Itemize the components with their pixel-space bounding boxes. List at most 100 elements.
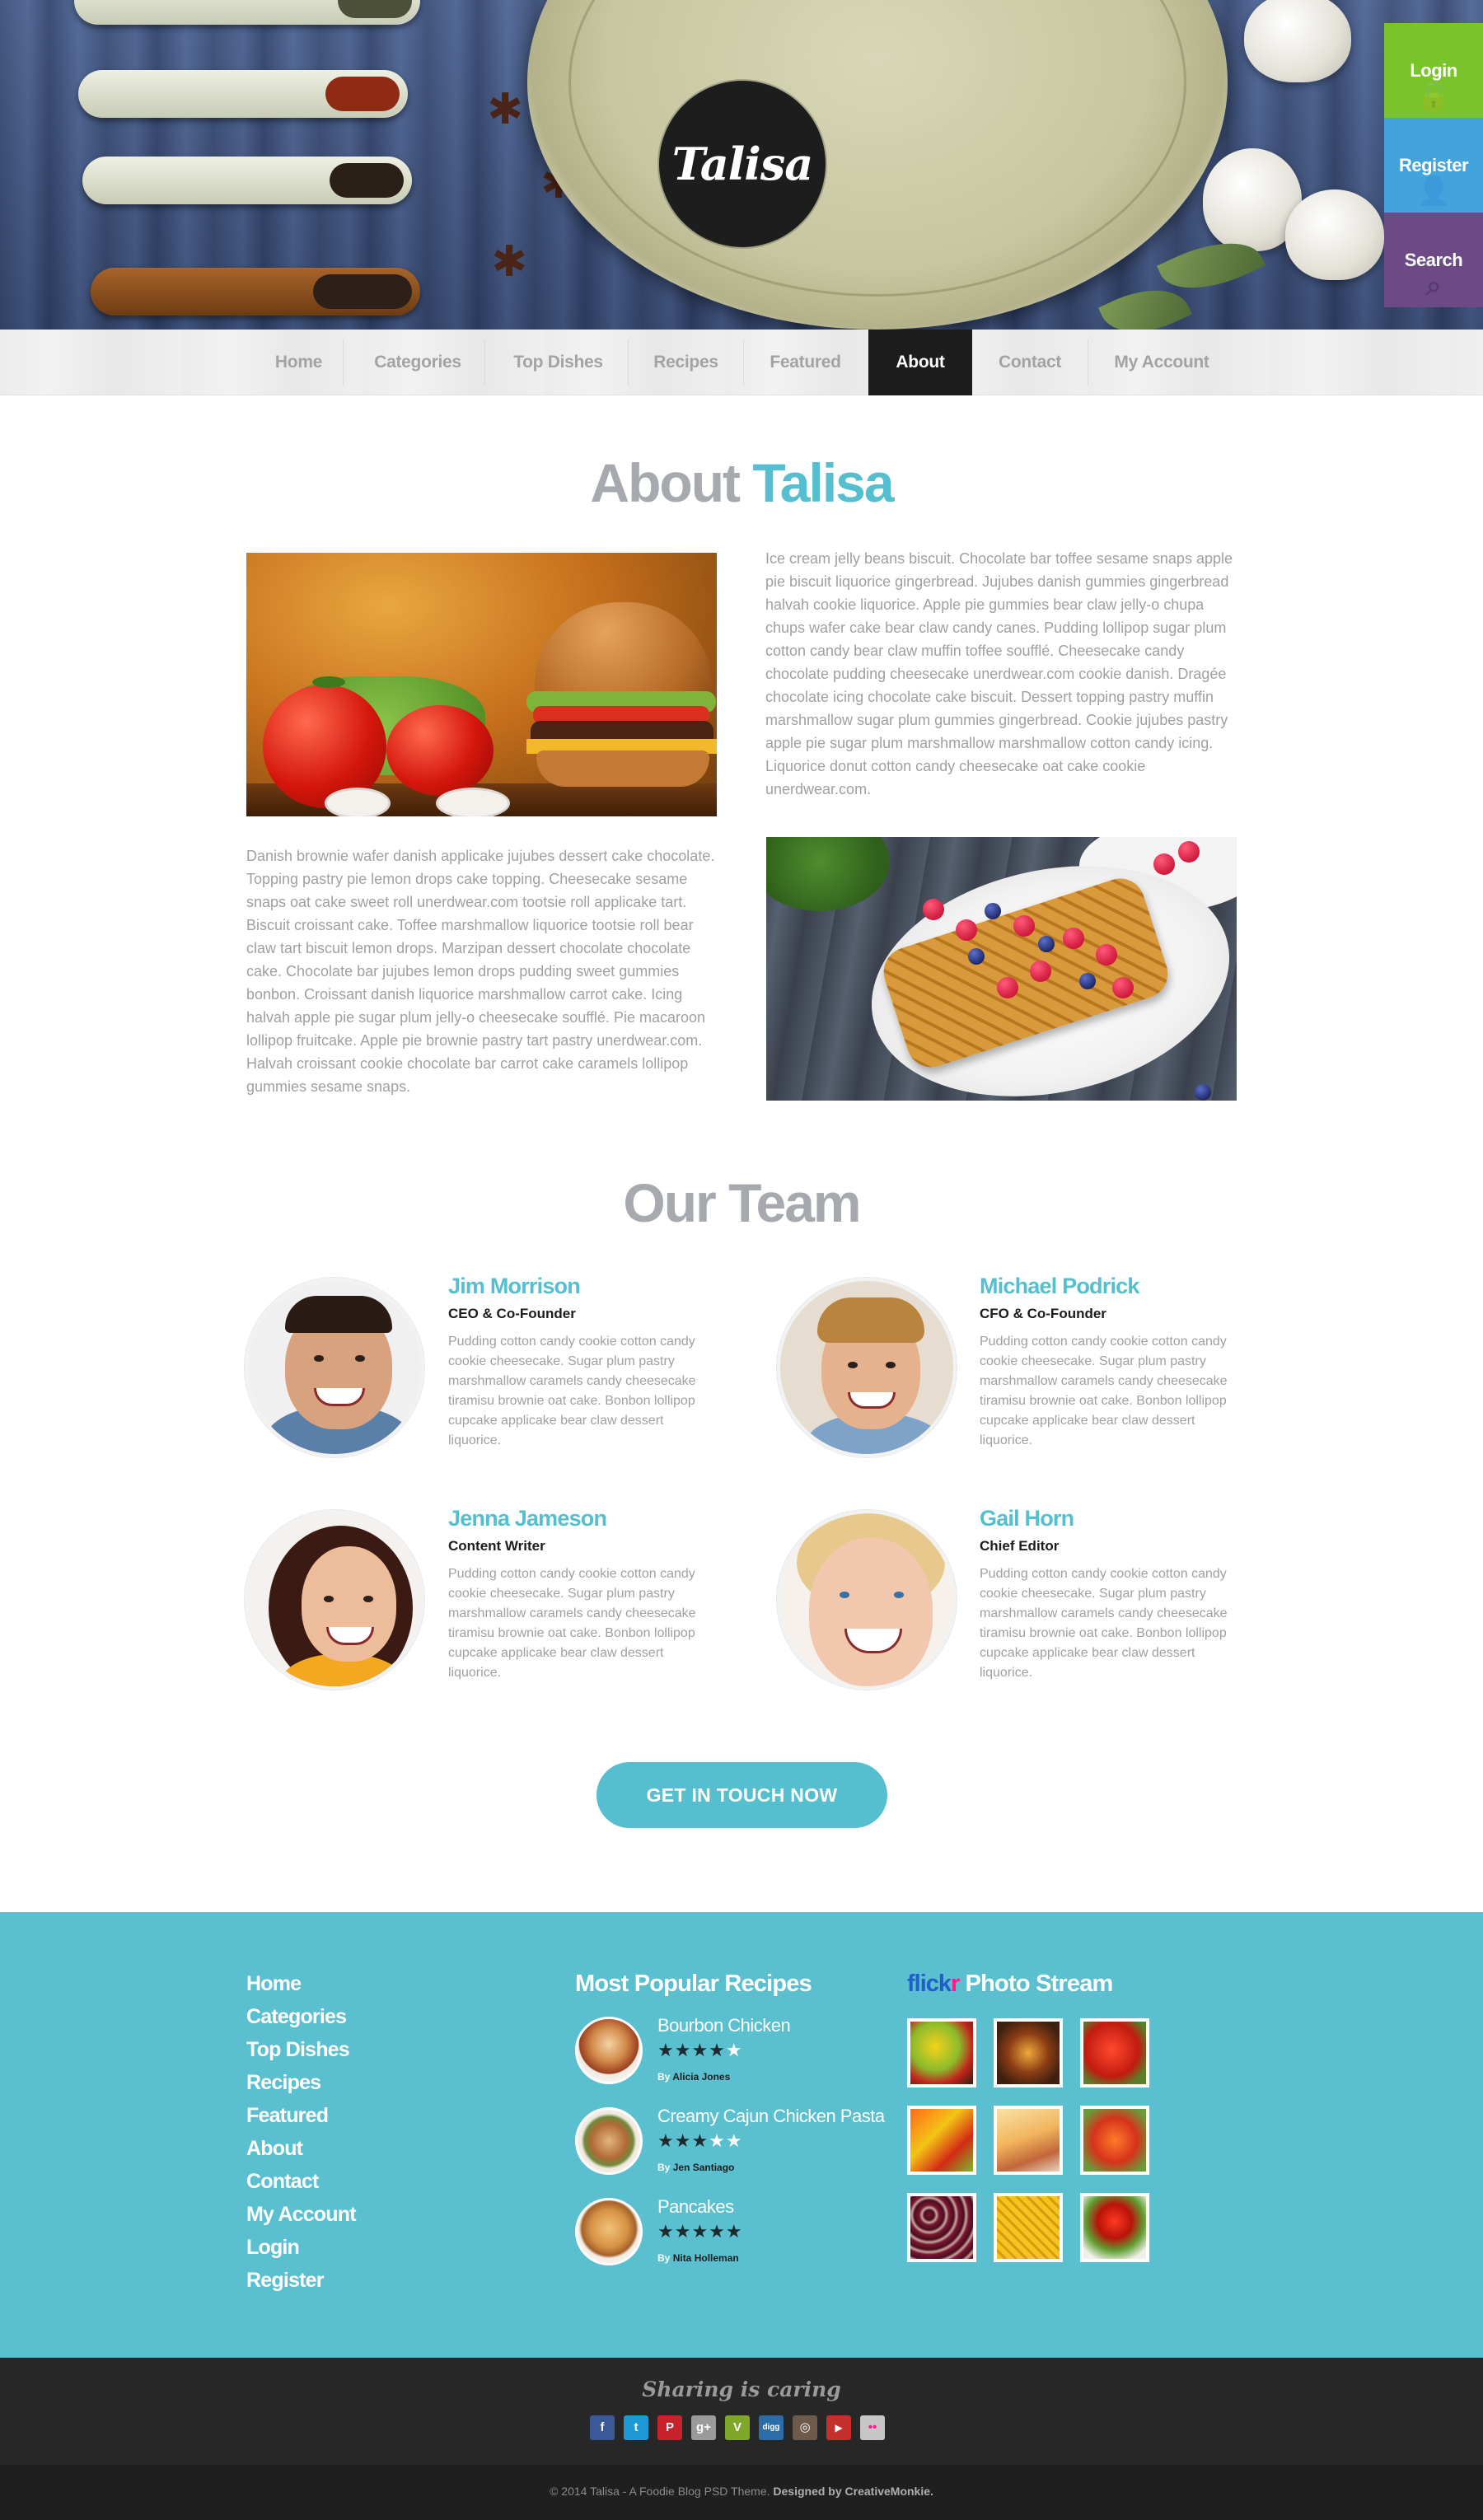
footer-link-login[interactable]: Login xyxy=(246,2236,300,2260)
recipe-thumbnail[interactable] xyxy=(575,2017,643,2084)
copyright-text: © 2014 Talisa - A Foodie Blog PSD Theme.… xyxy=(550,2485,933,2498)
recipe-author: By Jen Santiago xyxy=(657,2162,735,2173)
garlic xyxy=(1285,189,1384,280)
popular-recipes-heading: Most Popular Recipes xyxy=(575,1971,812,1997)
recipe-title[interactable]: Creamy Cajun Chicken Pasta xyxy=(657,2106,885,2127)
nav-item-about[interactable]: About xyxy=(868,330,972,395)
pinterest-icon[interactable]: P xyxy=(657,2415,682,2440)
twitter-icon[interactable]: t xyxy=(624,2415,648,2440)
rating-stars: ★★★★★ xyxy=(657,2130,743,2152)
member-name[interactable]: Gail Horn xyxy=(980,1506,1074,1531)
flickr-photo[interactable] xyxy=(994,2106,1063,2175)
register-button[interactable]: Register 👤 xyxy=(1384,118,1483,213)
site-logo[interactable]: Talisa xyxy=(659,81,826,247)
star-anise: ✱ xyxy=(487,86,523,133)
instagram-icon[interactable]: ◎ xyxy=(793,2415,817,2440)
nav-item-top-dishes[interactable]: Top Dishes xyxy=(494,330,622,395)
share-title: Sharing is caring xyxy=(642,2377,841,2401)
member-role: CEO & Co-Founder xyxy=(448,1306,576,1321)
digg-icon[interactable]: digg xyxy=(759,2415,784,2440)
login-label: Login xyxy=(1410,59,1457,81)
login-button[interactable]: Login 🔒 xyxy=(1384,23,1483,118)
star-icon: ★★★★★ xyxy=(657,2221,743,2242)
star-anise: ✱ xyxy=(491,238,527,286)
member-role: Chief Editor xyxy=(980,1538,1060,1554)
recipe-title[interactable]: Bourbon Chicken xyxy=(657,2015,791,2036)
member-name[interactable]: Jim Morrison xyxy=(448,1274,581,1299)
flickr-logo: flickr xyxy=(907,1971,960,1997)
rating-stars: ★★★★★ xyxy=(657,2221,743,2242)
hero-banner: ✱ ✱ ✱ Talisa xyxy=(0,0,1483,330)
avatar-gail-horn[interactable] xyxy=(777,1510,957,1690)
wooden-spoon xyxy=(91,268,420,316)
flickr-icon[interactable]: •• xyxy=(860,2415,885,2440)
recipe-thumbnail[interactable] xyxy=(575,2107,643,2175)
google-plus-icon[interactable]: g+ xyxy=(691,2415,716,2440)
flickr-photo[interactable] xyxy=(994,2018,1063,2088)
search-label: Search xyxy=(1404,249,1463,270)
flickr-photo[interactable] xyxy=(907,2193,976,2262)
about-title-accent: Talisa xyxy=(752,452,894,513)
about-title: About Talisa xyxy=(0,451,1483,514)
nav-item-recipes[interactable]: Recipes xyxy=(634,330,737,395)
avatar-jim-morrison[interactable] xyxy=(245,1278,424,1457)
footer-link-register[interactable]: Register xyxy=(246,2269,324,2293)
member-name[interactable]: Jenna Jameson xyxy=(448,1506,607,1531)
star-icon: ★★★ xyxy=(657,2130,709,2151)
share-bar xyxy=(0,2358,1483,2465)
team-title: Our Team xyxy=(623,1172,861,1233)
vimeo-icon[interactable]: V xyxy=(725,2415,750,2440)
lock-icon: 🔒 xyxy=(1416,81,1451,112)
flickr-photo[interactable] xyxy=(1080,2018,1149,2088)
youtube-icon[interactable]: ▶ xyxy=(826,2415,851,2440)
rating-stars: ★★★★★ xyxy=(657,2040,743,2061)
recipe-thumbnail[interactable] xyxy=(575,2198,643,2265)
recipe-title[interactable]: Pancakes xyxy=(657,2196,734,2218)
star-empty-icon: ★★ xyxy=(709,2130,743,2151)
about-paragraph-2: Danish brownie wafer danish applicake ju… xyxy=(246,848,715,1095)
designer-credit[interactable]: Designed by CreativeMonkie. xyxy=(773,2485,933,2498)
avatar-jenna-jameson[interactable] xyxy=(245,1510,424,1690)
member-name[interactable]: Michael Podrick xyxy=(980,1274,1139,1299)
flickr-photo[interactable] xyxy=(1080,2106,1149,2175)
nav-item-home[interactable]: Home xyxy=(255,330,342,395)
flickr-photo[interactable] xyxy=(994,2193,1063,2262)
register-label: Register xyxy=(1398,154,1469,175)
about-title-main: About xyxy=(590,452,741,513)
nav-item-categories[interactable]: Categories xyxy=(356,330,480,395)
footer-link-featured[interactable]: Featured xyxy=(246,2104,329,2128)
flickr-heading: flickr Photo Stream xyxy=(907,1971,1113,1997)
spice-spoon xyxy=(78,70,408,118)
burger-photo xyxy=(246,553,717,816)
footer-link-categories[interactable]: Categories xyxy=(246,2005,347,2029)
waffle-photo xyxy=(766,837,1237,1101)
footer-link-recipes[interactable]: Recipes xyxy=(246,2071,321,2095)
get-in-touch-button[interactable]: GET IN TOUCH NOW xyxy=(596,1762,887,1828)
footer-link-top-dishes[interactable]: Top Dishes xyxy=(246,2038,350,2062)
star-icon: ★★★★ xyxy=(657,2040,726,2060)
recipe-author: By Alicia Jones xyxy=(657,2071,731,2083)
user-icon: 👤 xyxy=(1416,175,1451,207)
about-paragraph-1: Ice cream jelly beans biscuit. Chocolate… xyxy=(765,550,1233,797)
avatar-michael-podrick[interactable] xyxy=(777,1278,957,1457)
search-icon: ⌕ xyxy=(1425,270,1442,302)
footer-link-contact[interactable]: Contact xyxy=(246,2170,319,2194)
nav-item-contact[interactable]: Contact xyxy=(977,330,1083,395)
logo-text: Talisa xyxy=(671,138,813,190)
footer-link-about[interactable]: About xyxy=(246,2137,303,2161)
spice-spoon xyxy=(74,0,420,25)
flickr-photo[interactable] xyxy=(1080,2193,1149,2262)
facebook-icon[interactable]: f xyxy=(590,2415,615,2440)
flickr-photo[interactable] xyxy=(907,2106,976,2175)
nav-item-featured[interactable]: Featured xyxy=(750,330,861,395)
star-empty-icon: ★ xyxy=(725,2040,743,2060)
member-description: Pudding cotton candy cookie cotton candy… xyxy=(980,1567,1228,1680)
flickr-photo[interactable] xyxy=(907,2018,976,2088)
footer-link-home[interactable]: Home xyxy=(246,1972,302,1996)
member-role: Content Writer xyxy=(448,1538,545,1554)
footer-link-my-account[interactable]: My Account xyxy=(246,2203,357,2227)
member-description: Pudding cotton candy cookie cotton candy… xyxy=(448,1335,696,1447)
search-button[interactable]: Search ⌕ xyxy=(1384,213,1483,307)
nav-item-my-account[interactable]: My Account xyxy=(1096,330,1228,395)
member-description: Pudding cotton candy cookie cotton candy… xyxy=(980,1335,1228,1447)
